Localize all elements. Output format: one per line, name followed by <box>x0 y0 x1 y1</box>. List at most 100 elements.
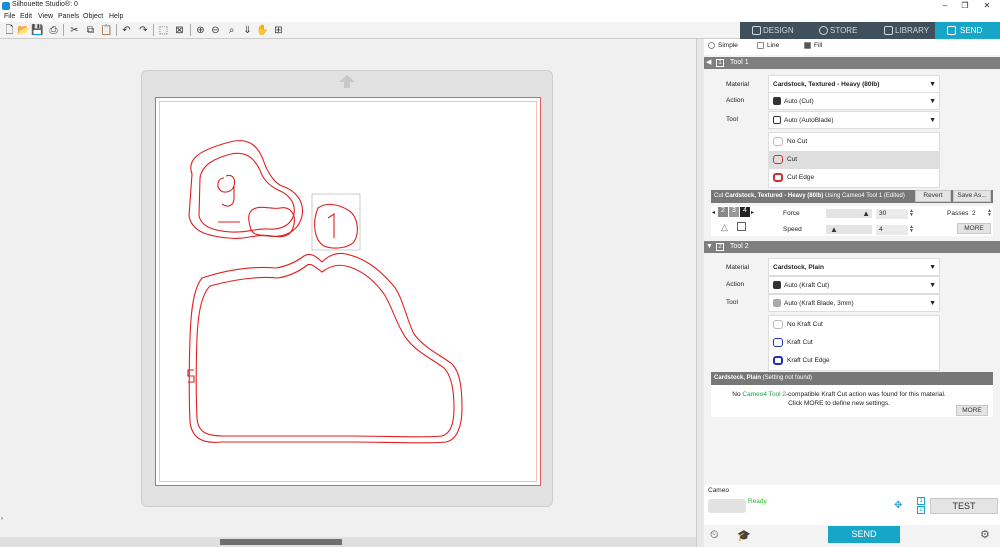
paste-icon[interactable]: 📋 <box>100 24 113 37</box>
collapse-left-icon[interactable]: ◀ <box>706 57 711 69</box>
passes-input[interactable]: 2 <box>969 209 985 219</box>
feed-arrow-icon[interactable] <box>338 74 356 89</box>
fit-to-page-icon[interactable]: ⇓ <box>241 24 254 37</box>
print-icon[interactable]: ⎙ <box>47 24 60 37</box>
cut-icon[interactable]: ✂ <box>68 24 81 37</box>
maximize-icon[interactable]: ❐ <box>955 0 975 12</box>
send-bar: ⏲ 🎓 SEND ⚙ <box>704 525 1000 547</box>
menu-object[interactable]: Object <box>83 13 103 20</box>
minimize-icon[interactable]: – <box>935 0 955 12</box>
copy-icon[interactable]: ⧉ <box>84 24 97 37</box>
menu-edit[interactable]: Edit <box>20 13 32 20</box>
slot-1-button[interactable]: 1 <box>917 497 925 505</box>
action-cut-edge[interactable]: Cut Edge <box>769 169 939 187</box>
menu-help[interactable]: Help <box>109 13 123 20</box>
move-arrows-icon[interactable]: ✥ <box>894 500 902 511</box>
tool1-header[interactable]: ◀ 1 Tool 1 <box>704 57 1000 69</box>
tool1-material-select[interactable]: Cardstock, Textured - Heavy (80lb) ▼ <box>768 75 940 93</box>
action-cut[interactable]: Cut <box>769 151 939 169</box>
new-file-icon[interactable]: 🗋 <box>3 24 16 37</box>
tool2-action-select[interactable]: Auto (Kraft Cut) ▼ <box>768 276 940 294</box>
tab-library[interactable]: LIBRARY <box>882 22 934 39</box>
menu-bar: File Edit View Panels Object Help <box>0 12 1000 22</box>
save-as-button[interactable]: Save As... <box>953 190 991 202</box>
passes-spinner-icon[interactable]: ▲ ▼ <box>987 209 992 218</box>
tool2-tool-select[interactable]: Auto (Kraft Blade, 3mm) ▼ <box>768 294 940 312</box>
arrow-left-icon[interactable]: ◂ <box>712 209 715 216</box>
zoom-in-icon[interactable]: ⊕ <box>194 24 207 37</box>
menu-view[interactable]: View <box>38 13 53 20</box>
slider-thumb-icon[interactable]: ▲ <box>830 225 838 234</box>
revert-button[interactable]: Revert <box>915 190 951 202</box>
tool1-tool-select[interactable]: Auto (AutoBlade) ▼ <box>768 111 940 129</box>
speed-input[interactable]: 4 <box>876 225 908 235</box>
mode-fill[interactable]: Fill <box>804 42 822 49</box>
blade-depth-2[interactable]: 2 <box>718 207 728 217</box>
redo-icon[interactable]: ↷ <box>137 24 150 37</box>
force-input[interactable]: 30 <box>876 209 908 219</box>
scrollbar-thumb[interactable] <box>220 539 342 545</box>
tool1-more-button[interactable]: MORE <box>957 223 991 234</box>
force-slider[interactable]: ▲ <box>826 209 872 218</box>
canvas-workspace[interactable]: 9 <box>0 39 696 537</box>
material-label: Material <box>726 264 750 271</box>
undo-icon[interactable]: ↶ <box>120 24 133 37</box>
radio-simple[interactable] <box>708 42 715 49</box>
tool1-tool-value: Auto (AutoBlade) <box>784 117 834 124</box>
pan-hand-icon[interactable]: ✋ <box>256 24 269 37</box>
ungroup-icon[interactable]: ⊠ <box>173 24 186 37</box>
group-icon[interactable]: ⬚ <box>157 24 170 37</box>
collapse-down-icon[interactable]: ▼ <box>706 241 713 253</box>
zoom-select-icon[interactable]: ⌕ <box>225 24 238 37</box>
save-icon[interactable]: 💾 <box>31 24 44 37</box>
blade-depth-3[interactable]: 3 <box>729 207 739 217</box>
toolbar-divider <box>116 24 117 36</box>
open-file-icon[interactable]: 📂 <box>17 24 30 37</box>
action-kraft-cut[interactable]: Kraft Cut <box>769 334 939 352</box>
slider-thumb-icon[interactable]: ▲ <box>862 209 870 218</box>
library-icon <box>884 26 893 35</box>
tool1-action-select[interactable]: Auto (Cut) ▼ <box>768 92 940 110</box>
tool2-more-button[interactable]: MORE <box>956 405 988 416</box>
menu-file[interactable]: File <box>4 13 15 20</box>
close-icon[interactable]: ✕ <box>977 0 997 12</box>
info-material: Cardstock, Textured - Heavy (80lb) <box>725 193 824 199</box>
blade-depth-4[interactable]: 4 <box>740 207 750 217</box>
mode-bar: Simple Line Fill <box>704 39 1000 55</box>
mode-line[interactable]: Line <box>757 42 779 49</box>
speed-spinner-icon[interactable]: ▲ ▼ <box>909 225 914 234</box>
expand-arrow-icon[interactable]: › <box>1 516 9 526</box>
tab-design[interactable]: DESIGN <box>750 22 812 39</box>
action-no-cut[interactable]: No Cut <box>769 133 939 151</box>
mode-simple[interactable]: Simple <box>708 42 738 49</box>
fill-mode-icon <box>804 42 811 49</box>
action-kraft-cut-edge[interactable]: Kraft Cut Edge <box>769 352 939 370</box>
tool2-header[interactable]: ▼ 2 Tool 2 <box>704 241 1000 253</box>
slot-2-button[interactable]: 2 <box>917 506 925 514</box>
cut-design[interactable]: 9 <box>156 98 542 487</box>
horizontal-scrollbar[interactable] <box>0 537 696 547</box>
tab-send[interactable]: SEND <box>935 22 1000 39</box>
square-icon <box>737 222 746 231</box>
force-spinner-icon[interactable]: ▲ ▼ <box>909 209 914 218</box>
arrow-right-icon[interactable]: ▸ <box>751 209 754 216</box>
gear-icon[interactable]: ⚙ <box>980 528 990 541</box>
kraft-cut-edge-icon <box>773 356 783 365</box>
zoom-out-icon[interactable]: ⊖ <box>209 24 222 37</box>
msg-link[interactable]: Cameo4 Tool 2 <box>742 391 786 398</box>
passes-label: Passes <box>947 210 969 217</box>
tab-store[interactable]: STORE <box>817 22 879 39</box>
action-no-kraft-cut[interactable]: No Kraft Cut <box>769 316 939 334</box>
tool-label: Tool <box>726 116 738 123</box>
vertical-scrollbar[interactable] <box>696 39 704 547</box>
speed-slider[interactable]: ▲ <box>826 225 872 234</box>
history-icon[interactable]: ⏲ <box>710 529 719 542</box>
tool2-material-select[interactable]: Cardstock, Plain ▼ <box>768 258 940 276</box>
shape-rounded <box>248 206 295 238</box>
menu-panels[interactable]: Panels <box>58 13 79 20</box>
test-button[interactable]: TEST <box>930 498 998 514</box>
send-machine-icon <box>947 26 956 35</box>
send-button[interactable]: SEND <box>828 526 900 543</box>
fit-window-icon[interactable]: ⊞ <box>272 24 285 37</box>
tutorial-icon[interactable]: 🎓 <box>737 529 751 542</box>
